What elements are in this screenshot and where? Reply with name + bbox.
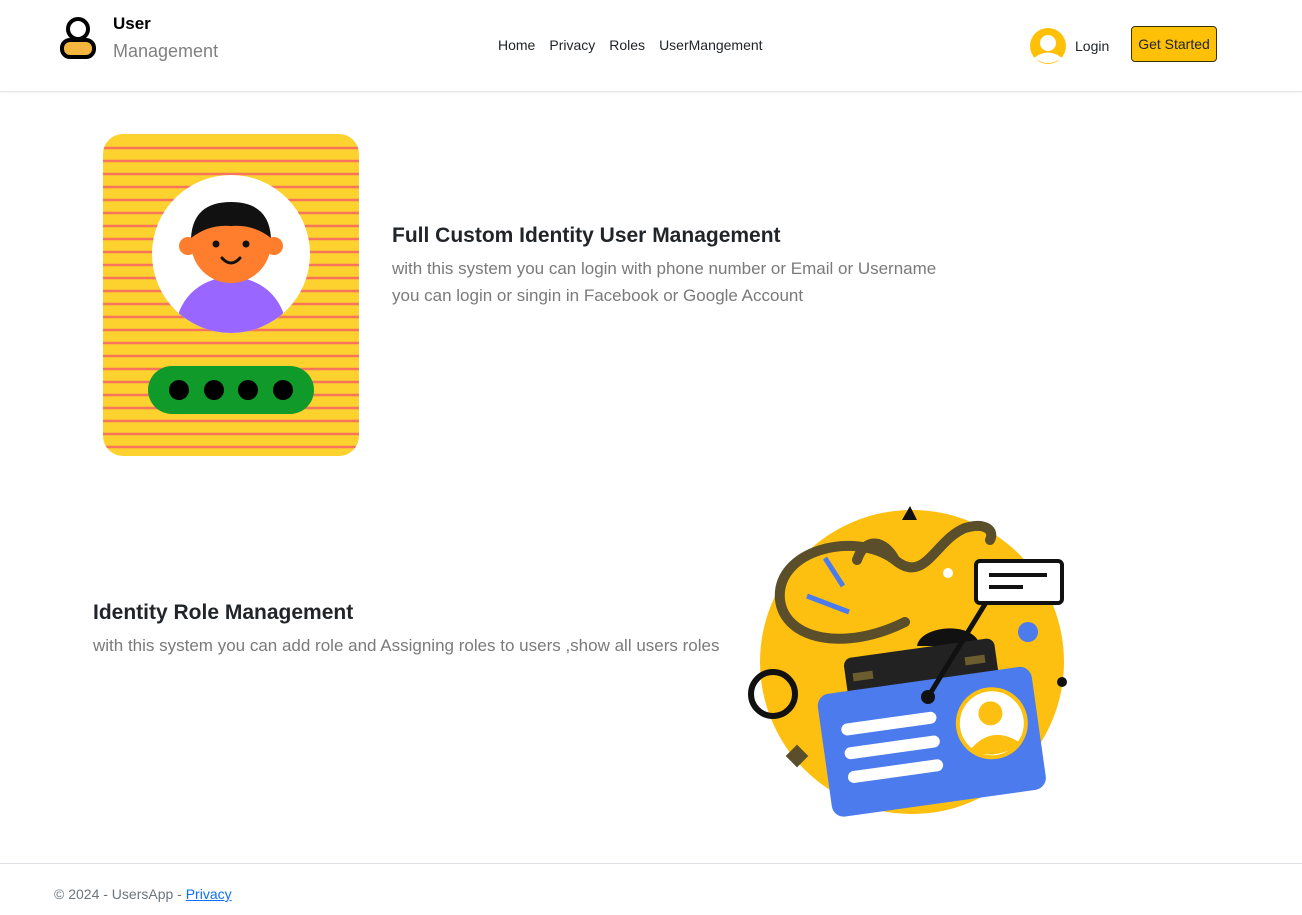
id-card-illustration bbox=[748, 506, 1067, 817]
site-footer: © 2024 - UsersApp - Privacy bbox=[0, 863, 1302, 915]
site-header: User Management Home Privacy Roles UserM… bbox=[0, 0, 1302, 92]
login-link[interactable]: Login bbox=[1029, 28, 1109, 64]
feature-description-line: with this system you can login with phon… bbox=[392, 259, 937, 278]
feature-description-line: with this system you can add role and As… bbox=[93, 636, 720, 655]
brand-title: User bbox=[113, 14, 151, 33]
copyright-text: © 2024 - UsersApp - bbox=[54, 886, 186, 902]
user-avatar-icon bbox=[1030, 28, 1066, 64]
nav-user-management[interactable]: UserMangement bbox=[659, 37, 763, 53]
nav-roles[interactable]: Roles bbox=[609, 37, 645, 53]
feature-title-identity: Full Custom Identity User Management bbox=[392, 224, 781, 247]
feature-description-line: you can login or singin in Facebook or G… bbox=[392, 286, 804, 305]
user-logo-icon bbox=[60, 17, 96, 59]
login-illustration bbox=[103, 134, 359, 456]
get-started-button[interactable]: Get Started bbox=[1131, 26, 1217, 62]
nav-home[interactable]: Home bbox=[498, 37, 535, 53]
footer-privacy-link[interactable]: Privacy bbox=[186, 886, 232, 902]
nav-privacy[interactable]: Privacy bbox=[549, 37, 595, 53]
login-label: Login bbox=[1075, 38, 1110, 54]
footer-text: © 2024 - UsersApp - Privacy bbox=[54, 886, 232, 902]
brand-subtitle: Management bbox=[113, 41, 219, 61]
main-nav: Home Privacy Roles UserMangement bbox=[498, 37, 763, 53]
feature-title-roles: Identity Role Management bbox=[93, 601, 354, 624]
